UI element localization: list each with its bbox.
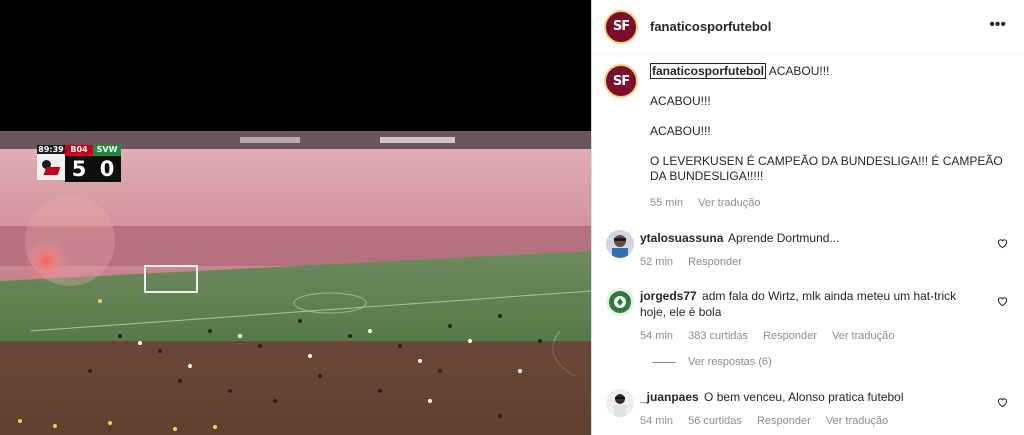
commenter-avatar[interactable]: [606, 230, 634, 258]
match-clock: 89:39: [37, 145, 65, 180]
comment-reply-link[interactable]: Responder: [757, 415, 811, 427]
comment-translate-link[interactable]: Ver tradução: [832, 330, 894, 342]
caption-translate-link[interactable]: Ver tradução: [698, 197, 760, 209]
home-team: B04 5: [65, 145, 93, 182]
comment-time: 54 min: [640, 415, 674, 427]
comment-reply-link[interactable]: Responder: [688, 256, 742, 268]
post-side-panel: SF fanaticosporfutebol ••• SF fanaticosp…: [591, 0, 1024, 435]
heart-icon[interactable]: [997, 397, 1008, 408]
away-team-score: 0: [93, 154, 121, 182]
comment-reply-link[interactable]: Responder: [763, 330, 817, 342]
replies-divider: [652, 361, 676, 363]
view-replies-label[interactable]: Ver respostas (6): [688, 356, 772, 368]
view-replies-button[interactable]: Ver respostas (6): [652, 356, 772, 368]
comment-time: 54 min: [640, 330, 674, 342]
comment-username[interactable]: ytalosuassuna: [640, 231, 723, 245]
comment-translate-link[interactable]: Ver tradução: [826, 415, 888, 427]
away-team-abbr: SVW: [93, 145, 121, 154]
match-time: 89:39: [37, 145, 65, 154]
home-team-abbr: B04: [65, 145, 93, 154]
scoreboard: 89:39 B04 5 SVW 0: [37, 145, 121, 182]
comment-text: O bem venceu, Alonso pratica futebol: [704, 390, 904, 404]
caption-avatar[interactable]: SF: [604, 64, 638, 98]
comment-username[interactable]: jorgeds77: [640, 289, 697, 303]
post-caption: SF fanaticosporfutebol ACABOU!!! ACABOU!…: [604, 63, 1014, 211]
comment-likes[interactable]: 56 curtidas: [688, 415, 742, 427]
heart-icon[interactable]: [997, 238, 1008, 249]
commenter-avatar[interactable]: [606, 389, 634, 417]
caption-time: 55 min: [650, 197, 684, 209]
caption-line-2: ACABOU!!!: [650, 94, 711, 108]
comment-item: _juanpaes O bem venceu, Alonso pratica f…: [606, 389, 1016, 429]
heart-icon[interactable]: [997, 296, 1008, 307]
post-header: SF fanaticosporfutebol •••: [592, 0, 1024, 54]
comment-text: Aprende Dortmund...: [728, 231, 840, 245]
caption-line-1: ACABOU!!!: [768, 64, 830, 78]
caption-line-3: ACABOU!!!: [650, 124, 711, 138]
home-team-score: 5: [65, 154, 93, 182]
commenter-avatar[interactable]: [606, 288, 634, 316]
comment-item: jorgeds77 adm fala do Wirtz, mlk ainda m…: [606, 288, 1016, 344]
author-avatar[interactable]: SF: [604, 9, 638, 44]
more-options-icon[interactable]: •••: [989, 17, 1006, 33]
bundesliga-logo-icon: [37, 154, 65, 180]
author-username[interactable]: fanaticosporfutebol: [650, 19, 771, 34]
comment-username[interactable]: _juanpaes: [640, 390, 699, 404]
comment-likes[interactable]: 383 curtidas: [688, 330, 748, 342]
comment-time: 52 min: [640, 256, 674, 268]
comment-item: ytalosuassuna Aprende Dortmund... 52 min…: [606, 230, 1016, 270]
caption-line-4: O LEVERKUSEN É CAMPEÃO DA BUNDESLIGA!!! …: [650, 154, 1003, 183]
caption-username[interactable]: fanaticosporfutebol: [650, 63, 767, 79]
post-media[interactable]: 89:39 B04 5 SVW 0: [0, 0, 591, 435]
away-team: SVW 0: [93, 145, 121, 182]
